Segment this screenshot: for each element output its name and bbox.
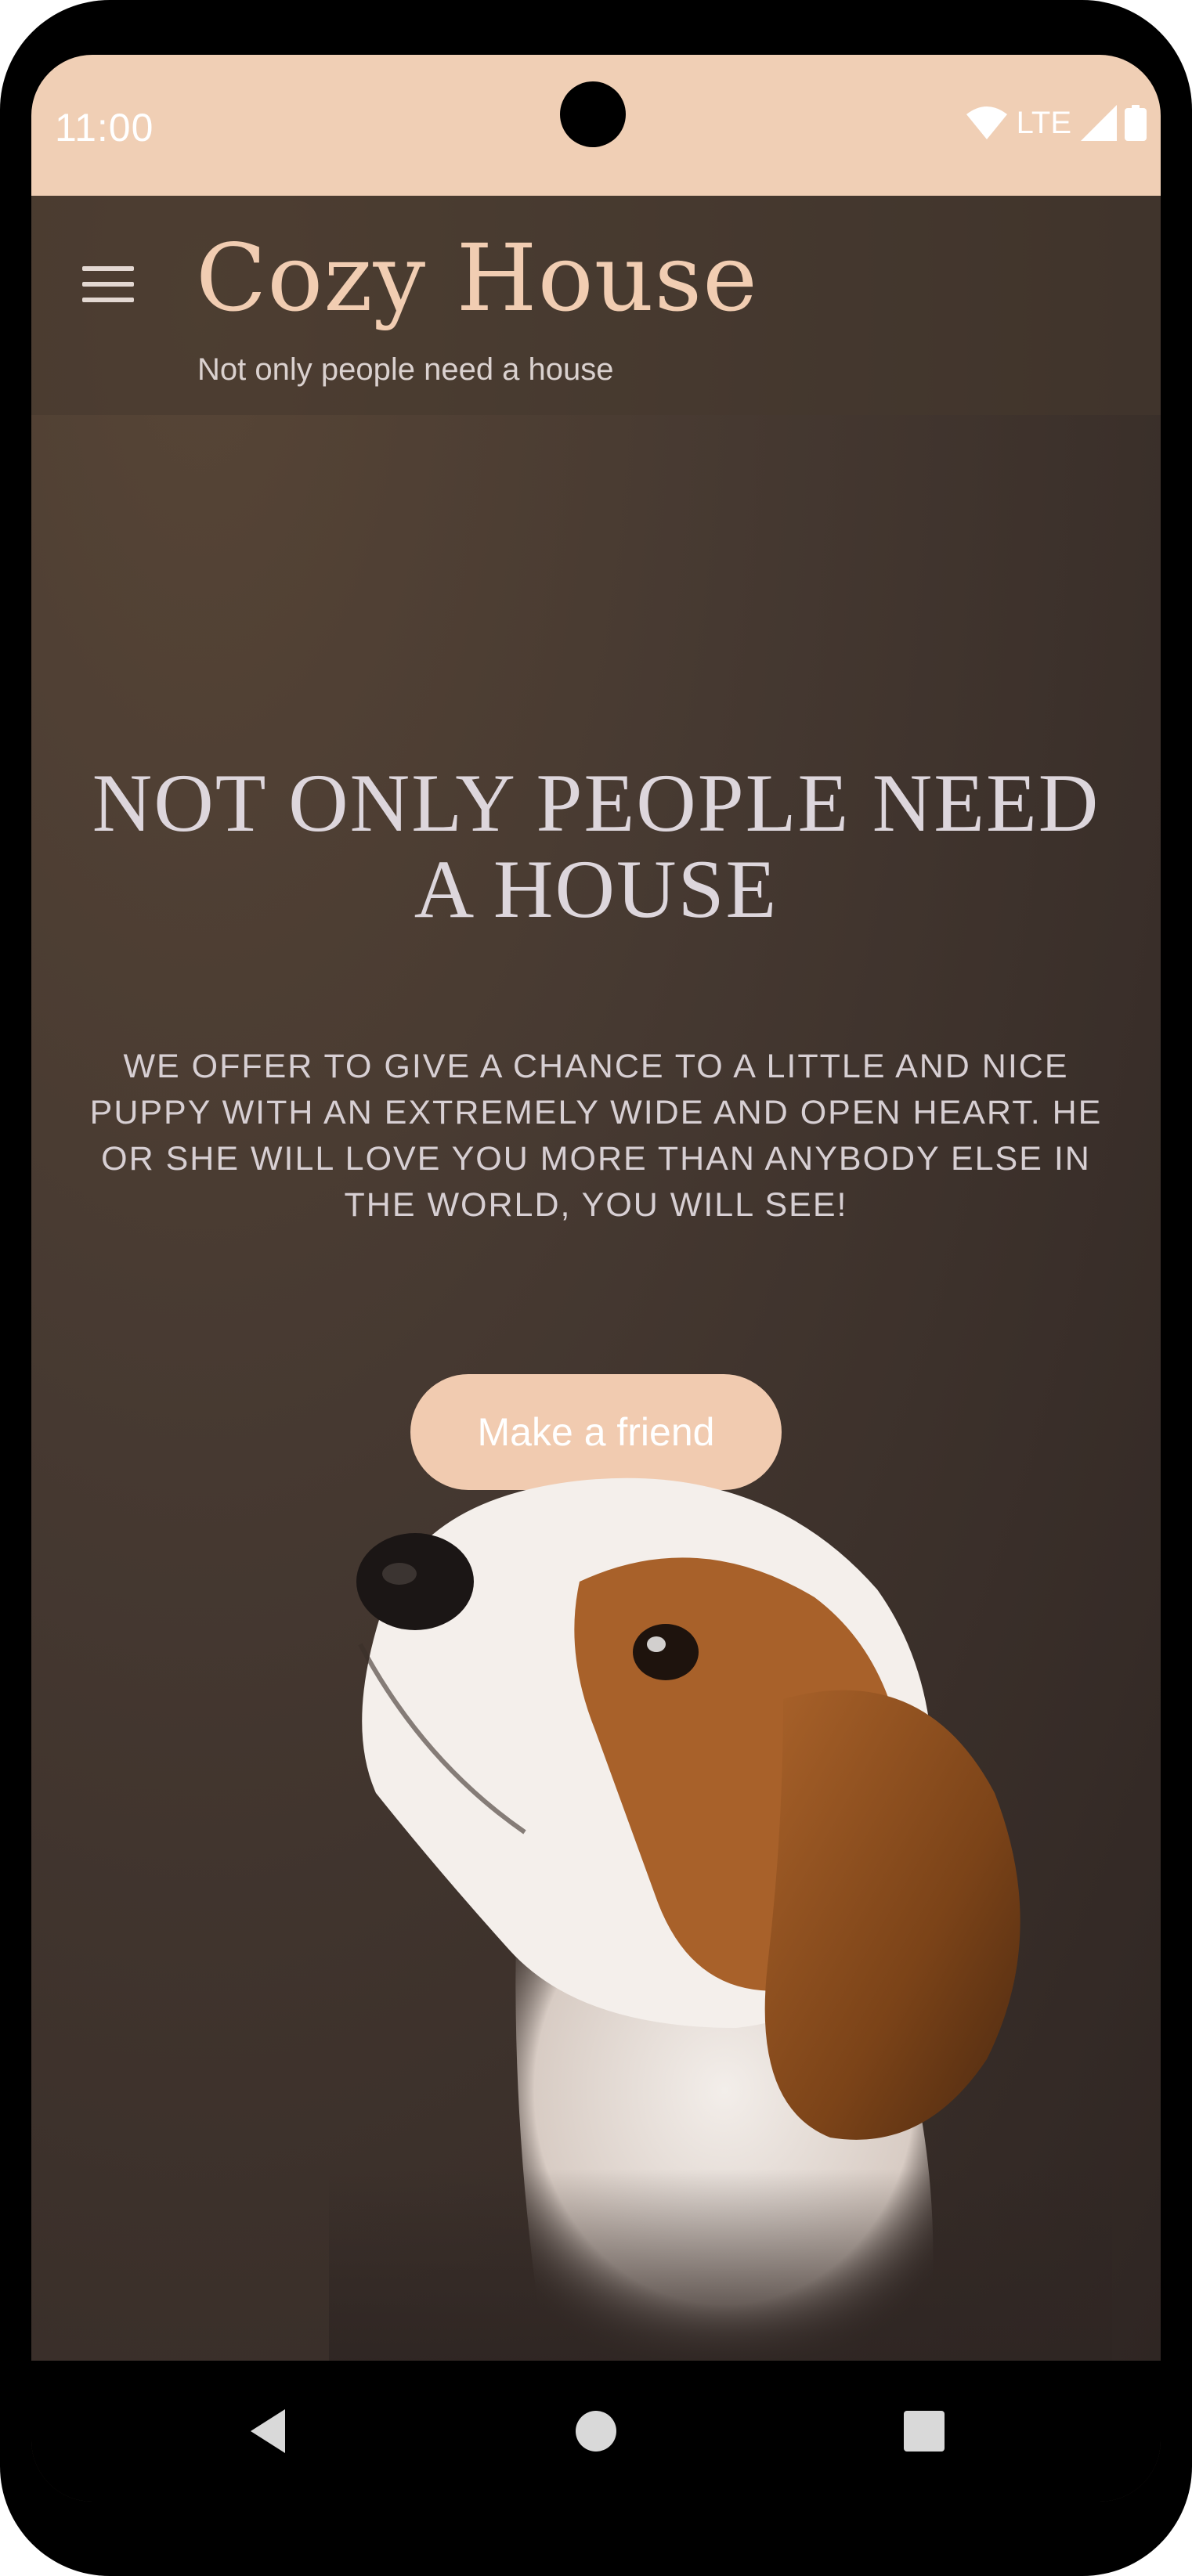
device-frame: 11:00 LTE Cozy House Not only people nee… bbox=[0, 0, 1192, 2576]
brand-subtitle: Not only people need a house bbox=[197, 352, 614, 387]
hamburger-menu-icon[interactable] bbox=[82, 266, 137, 313]
brand-title[interactable]: Cozy House bbox=[196, 224, 758, 332]
status-icons: LTE bbox=[966, 105, 1147, 141]
beagle-puppy-image bbox=[329, 1477, 1112, 2361]
navigation-bar bbox=[31, 2361, 1161, 2502]
recents-icon[interactable] bbox=[901, 2408, 948, 2455]
battery-icon bbox=[1125, 105, 1147, 141]
hero-headline: NOT ONLY PEOPLE NEED A HOUSE bbox=[92, 757, 1100, 936]
network-type: LTE bbox=[1016, 105, 1071, 140]
status-bar: 11:00 LTE bbox=[31, 55, 1161, 196]
app-header: Cozy House Not only people need a house bbox=[31, 196, 1161, 415]
camera-notch bbox=[560, 81, 626, 147]
back-icon[interactable] bbox=[247, 2408, 294, 2455]
screen: 11:00 LTE Cozy House Not only people nee… bbox=[31, 55, 1161, 2502]
main-content: Cozy House Not only people need a house … bbox=[31, 196, 1161, 2361]
status-time: 11:00 bbox=[55, 106, 154, 150]
wifi-icon bbox=[966, 106, 1007, 139]
signal-icon bbox=[1081, 105, 1117, 141]
hero-description: WE OFFER TO GIVE A CHANCE TO A LITTLE AN… bbox=[89, 1048, 1103, 1224]
home-icon[interactable] bbox=[573, 2408, 619, 2455]
